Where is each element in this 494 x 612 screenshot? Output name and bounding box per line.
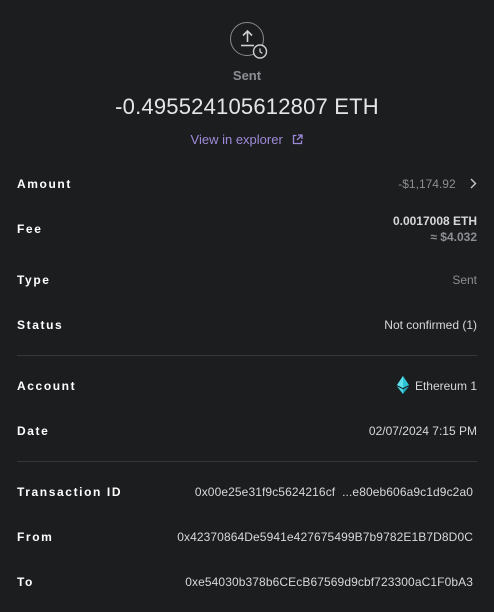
to-address[interactable]: 0xe54030b378b6CEcB67569d9cbf723300aC1F0b…: [185, 570, 473, 594]
to-row: To 0xe54030b378b6CEcB67569d9cbf723300aC1…: [17, 570, 473, 594]
from-label: From: [17, 530, 54, 544]
transaction-id-label: Transaction ID: [17, 485, 123, 499]
divider: [17, 461, 477, 462]
type-value: Sent: [452, 273, 477, 287]
ethereum-icon: [396, 376, 409, 402]
transaction-header: Sent -0.495524105612807 ETH View in expl…: [0, 0, 494, 160]
upload-clock-icon: [230, 22, 268, 60]
status-label: Sent: [232, 68, 262, 83]
from-row: From 0x42370864De5941e427675499B7b9782E1…: [17, 525, 473, 549]
amount-value-wrap: -$1,174.92: [398, 172, 477, 197]
account-label: Account: [17, 379, 77, 393]
transaction-id-value[interactable]: 0x00e25e31f9c5624216cf ...e80eb606a9c1d9…: [195, 480, 473, 504]
status-row-label: Status: [17, 318, 64, 332]
date-row: Date 02/07/2024 7:15 PM: [17, 419, 477, 443]
transaction-id-row: Transaction ID 0x00e25e31f9c5624216cf ..…: [17, 480, 473, 504]
fee-value: 0.0017008 ETH ≈ $4.032: [393, 213, 477, 245]
amount-row[interactable]: Amount -$1,174.92: [17, 172, 477, 196]
type-row: Type Sent: [17, 268, 477, 292]
from-address[interactable]: 0x42370864De5941e427675499B7b9782E1B7D8D…: [177, 525, 473, 549]
type-label: Type: [17, 273, 51, 287]
account-row: Account Ethereum 1: [17, 374, 477, 398]
explorer-link-label: View in explorer: [190, 132, 283, 147]
amount-fiat-value: -$1,174.92: [398, 177, 456, 191]
fee-fiat-value: ≈ $4.032: [430, 230, 477, 244]
chevron-right-icon[interactable]: [469, 173, 477, 197]
status-value: Not confirmed (1): [384, 318, 477, 332]
account-name: Ethereum 1: [414, 379, 477, 393]
date-value: 02/07/2024 7:15 PM: [368, 424, 477, 438]
amount-label: Amount: [17, 177, 72, 191]
date-label: Date: [17, 424, 50, 438]
view-in-explorer-link[interactable]: View in explorer: [0, 132, 494, 148]
external-link-icon: [292, 133, 304, 148]
transaction-amount: -0.495524105612807 ETH: [115, 94, 379, 119]
to-label: To: [17, 575, 34, 589]
divider: [17, 355, 477, 356]
fee-label: Fee: [17, 222, 43, 236]
fee-row: Fee 0.0017008 ETH ≈ $4.032: [17, 214, 477, 244]
fee-crypto-value: 0.0017008 ETH: [392, 214, 477, 228]
account-value-wrap: Ethereum 1: [396, 374, 477, 402]
status-row: Status Not confirmed (1): [17, 313, 477, 337]
